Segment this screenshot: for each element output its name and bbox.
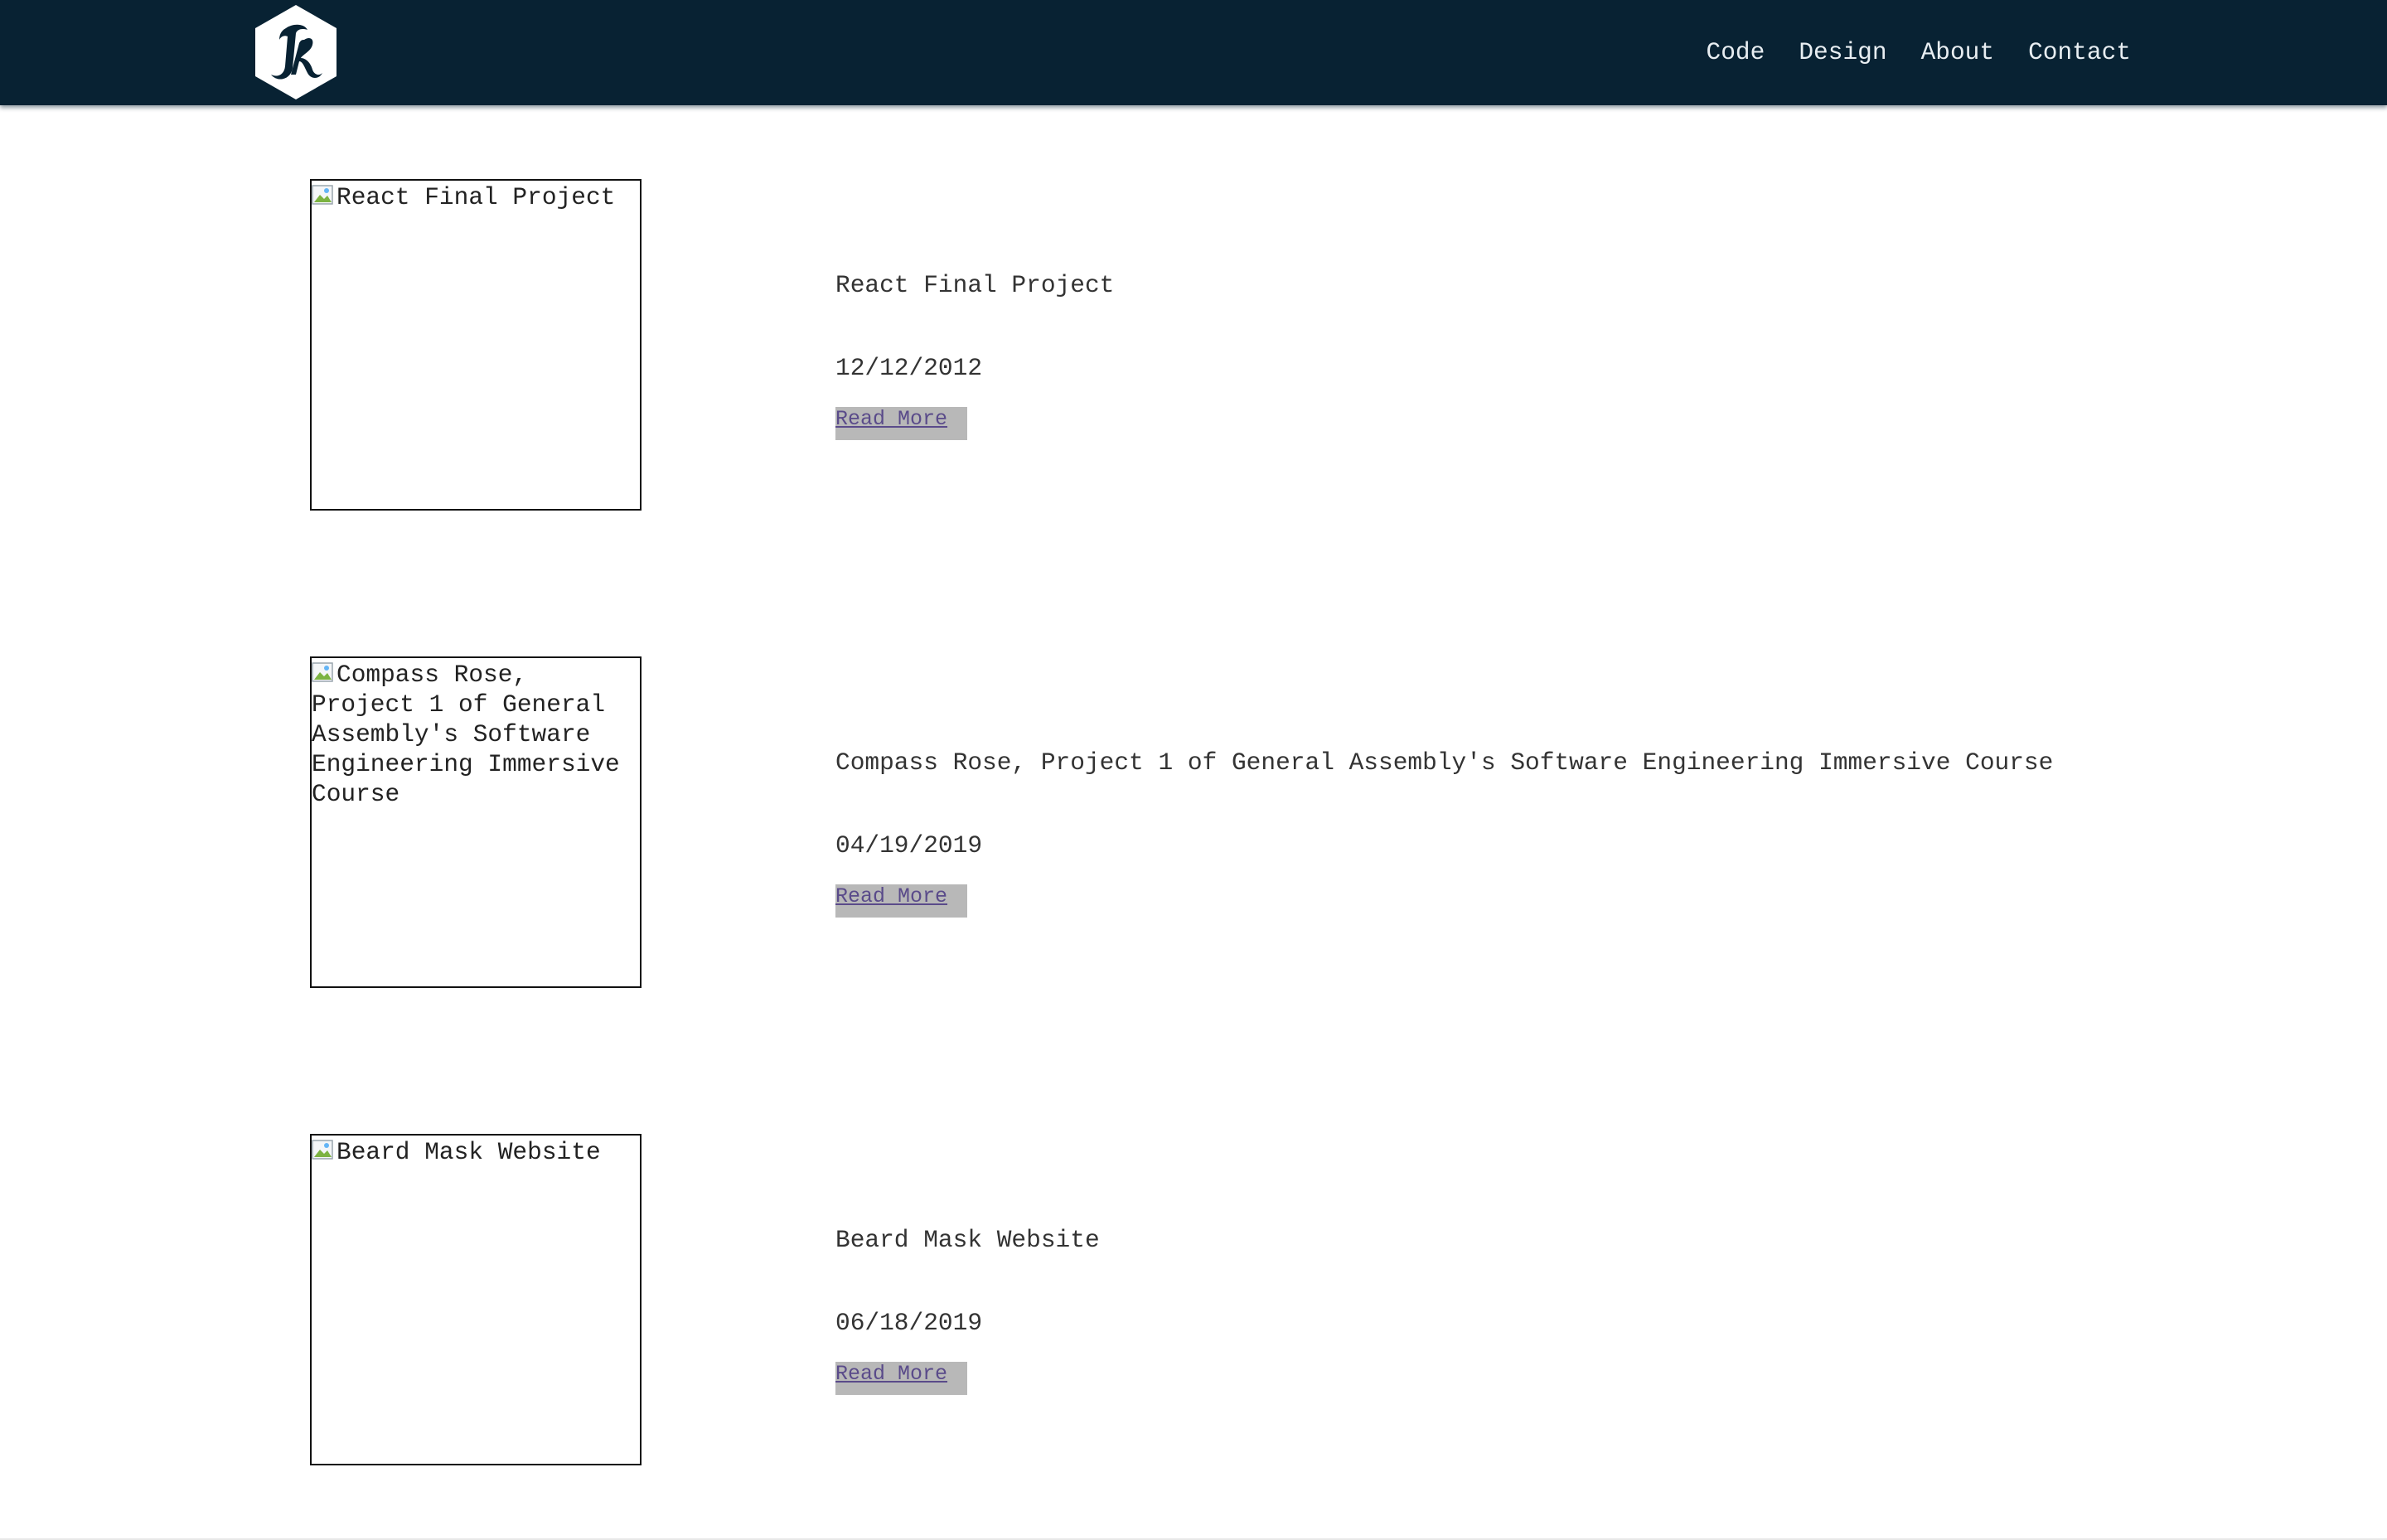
project-title: React Final Project [835, 271, 1115, 299]
broken-image-icon [312, 1138, 335, 1161]
project-thumbnail[interactable]: React Final Project [310, 179, 642, 511]
read-more-link[interactable]: Read More [835, 1362, 967, 1395]
jk-logo-icon[interactable] [253, 3, 339, 101]
project-date: 12/12/2012 [835, 354, 983, 382]
top-navbar: Code Design About Contact [0, 0, 2387, 105]
read-more-link[interactable]: Read More [835, 884, 967, 918]
read-more-link[interactable]: Read More [835, 407, 967, 440]
project-title: Beard Mask Website [835, 1226, 1100, 1254]
thumbnail-alt-text: Beard Mask Website [337, 1138, 601, 1166]
project-thumbnail[interactable]: Beard Mask Website [310, 1134, 642, 1465]
thumbnail-alt-text: Compass Rose, Project 1 of General Assem… [312, 661, 620, 808]
project-card: Beard Mask Website Beard Mask Website 06… [0, 1061, 2387, 1540]
project-date: 06/18/2019 [835, 1309, 983, 1337]
nav-link-design[interactable]: Design [1799, 31, 1886, 73]
broken-image-icon [312, 661, 335, 684]
broken-image-icon [312, 183, 335, 206]
project-card: Compass Rose, Project 1 of General Assem… [0, 584, 2387, 1063]
thumbnail-alt-text: React Final Project [337, 183, 616, 211]
project-date: 04/19/2019 [835, 831, 983, 860]
project-card: React Final Project React Final Project … [0, 106, 2387, 585]
main-nav: Code Design About Contact [1707, 31, 2131, 73]
nav-link-about[interactable]: About [1921, 31, 1995, 73]
project-thumbnail[interactable]: Compass Rose, Project 1 of General Assem… [310, 656, 642, 988]
nav-link-code[interactable]: Code [1707, 31, 1765, 73]
project-title: Compass Rose, Project 1 of General Assem… [835, 748, 2054, 777]
nav-link-contact[interactable]: Contact [2028, 31, 2131, 73]
hexagon-logo-icon [255, 5, 337, 99]
